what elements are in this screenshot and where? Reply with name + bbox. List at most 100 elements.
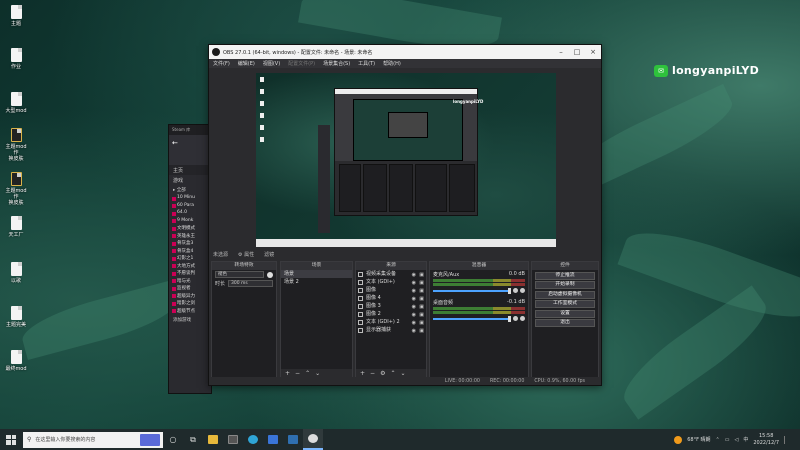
add-icon[interactable]: + [285,370,290,377]
bg-window-list-item[interactable]: 超级异力 [169,293,211,301]
menu-item[interactable]: 文件(F) [213,60,230,67]
desktop-icon[interactable]: 作业 [3,48,29,70]
source-item[interactable]: 文本 (GDI+) 2 ◉ ▣ [356,318,426,326]
volume-slider[interactable] [433,287,511,294]
background-window[interactable]: Steam 库 ← 主页 游戏 ▸ 全部 10 Minu 60 Para 64.0 9… [168,124,212,394]
duration-input[interactable]: 300 ms [228,280,273,287]
source-item[interactable]: 视频采集设备 ◉ ▣ [356,270,426,278]
minimize-icon[interactable]: – [553,48,569,56]
clock[interactable]: 15:58 2022/12/7 [753,433,779,447]
volume-icon[interactable]: ◁ [734,437,738,443]
volume-fader[interactable] [433,315,525,322]
source-item[interactable]: 显示器捕获 ◉ ▣ [356,326,426,334]
calculator-icon[interactable] [223,429,243,450]
speaker-icon[interactable] [513,288,518,293]
remove-icon[interactable]: − [295,370,300,377]
start-button[interactable] [3,432,19,448]
desktop-icon[interactable]: 主题mod作 换皮肤 [3,172,29,206]
control-button[interactable]: 设置 [535,309,595,318]
bg-window-footer[interactable]: 添加游戏 [169,315,211,325]
ime-icon[interactable]: 中 [743,436,748,443]
bg-window-list-item[interactable]: 10 Minu [169,195,211,203]
bg-window-list-item[interactable]: 幻影之1 [169,255,211,263]
weather-text[interactable]: 68°F 晴朗 [687,436,710,443]
source-item[interactable]: 图像 3 ◉ ▣ [356,302,426,310]
volume-slider[interactable] [433,315,511,322]
scene-item[interactable]: 场景 2 [281,278,352,286]
obs-preview[interactable]: longyanpiLYD [256,73,556,247]
slider-handle[interactable] [508,287,511,294]
desktop-icon[interactable]: 主题完美 [3,306,29,328]
speaker-icon[interactable] [513,316,518,321]
bg-window-list-item[interactable]: 超级节点 [169,308,211,316]
steam-icon[interactable] [283,429,303,450]
source-item[interactable]: 图像 4 ◉ ▣ [356,294,426,302]
maximize-icon[interactable]: □ [569,48,585,56]
menu-item[interactable]: 帮助(H) [383,60,401,67]
taskbar-search[interactable]: ⚲ 在这里输入你要搜索的内容 [23,431,163,448]
bg-window-list-item[interactable]: 英雄永王 [169,233,211,241]
move-up-icon[interactable]: ⌃ [390,370,395,377]
menu-item[interactable]: 编辑(E) [238,60,255,67]
file-explorer-icon[interactable] [203,429,223,450]
bg-window-list-item[interactable]: 9 Monk [169,218,211,226]
network-icon[interactable]: ▭ [725,437,730,443]
back-icon[interactable]: ← [172,139,208,147]
control-button[interactable]: 退出 [535,319,595,327]
gear-icon[interactable] [520,316,525,321]
notification-icon[interactable] [784,435,790,444]
bg-window-list-item[interactable]: 暗影之剑 [169,300,211,308]
add-icon[interactable]: + [360,370,365,377]
obs-taskbar-icon[interactable] [303,429,323,450]
remove-icon[interactable]: − [370,370,375,377]
source-item[interactable]: 图像 2 ◉ ▣ [356,310,426,318]
gear-icon[interactable]: ⚙ [380,370,385,377]
transition-select[interactable]: 褪色 [215,271,264,278]
bg-window-list-item[interactable]: 暗与光 [169,278,211,286]
desktop-icon[interactable]: 天工厂 [3,216,29,238]
lock-icon[interactable]: ▣ [419,327,424,335]
bg-window-section[interactable]: ▸ 全部 [169,185,211,195]
desktop-icon[interactable]: 以歌 [3,262,29,284]
source-item[interactable]: 图像 ◉ ▣ [356,286,426,294]
control-button[interactable]: 工作室模式 [535,300,595,308]
desktop-icon[interactable]: 最终mod [3,350,29,372]
desktop-icon[interactable]: 主题 [3,5,29,27]
slider-handle[interactable] [508,315,511,322]
desktop-icon[interactable]: 主题mod作 换皮肤 [3,128,29,162]
bg-window-list-item[interactable]: 骨灰盒3 [169,240,211,248]
source-item[interactable]: 文本 (GDI+) ◉ ▣ [356,278,426,286]
menu-item[interactable]: 视图(V) [263,60,280,67]
bg-window-list-item[interactable]: 文明模式 [169,225,211,233]
bg-window-list-item[interactable]: 64.0 [169,210,211,218]
menu-item[interactable]: 工具(T) [358,60,375,67]
bg-window-list-item[interactable]: 大地方式 [169,263,211,271]
gear-icon[interactable] [267,271,273,278]
bg-window-search[interactable]: 游戏 [169,175,211,185]
close-icon[interactable]: × [585,48,601,56]
store-icon[interactable] [263,429,283,450]
control-button[interactable]: 启动虚拟摄像机 [535,290,595,299]
menu-item[interactable]: 配置文件(P) [288,60,315,67]
desktop-icon[interactable]: 大型mod [3,92,29,114]
move-up-icon[interactable]: ⌃ [305,370,310,377]
bg-window-list-item[interactable]: 监视者 [169,285,211,293]
dock-toolbar-item[interactable]: 滤镜 [264,251,274,258]
control-button[interactable]: 开始录制 [535,281,595,289]
bg-window-list-item[interactable]: 60 Para [169,203,211,211]
bg-window-home[interactable]: 主页 [169,165,211,175]
move-down-icon[interactable]: ⌄ [315,370,320,377]
control-button[interactable]: 停止推流 [535,271,595,280]
scene-item[interactable]: 场景 [281,270,352,278]
menu-item[interactable]: 场景集合(S) [323,60,350,67]
bg-window-list-item[interactable]: 不愿谈判 [169,270,211,278]
eye-icon[interactable]: ◉ [412,327,416,335]
volume-fader[interactable] [433,287,525,294]
move-down-icon[interactable]: ⌄ [400,370,405,377]
chevron-up-icon[interactable]: ⌃ [716,437,720,443]
gear-icon[interactable] [520,288,525,293]
edge-icon[interactable] [243,429,263,450]
task-view-icon[interactable]: ⧉ [183,429,203,450]
bg-window-list-item[interactable]: 骨灰盒4 [169,248,211,256]
cortana-icon[interactable]: ○ [163,429,183,450]
